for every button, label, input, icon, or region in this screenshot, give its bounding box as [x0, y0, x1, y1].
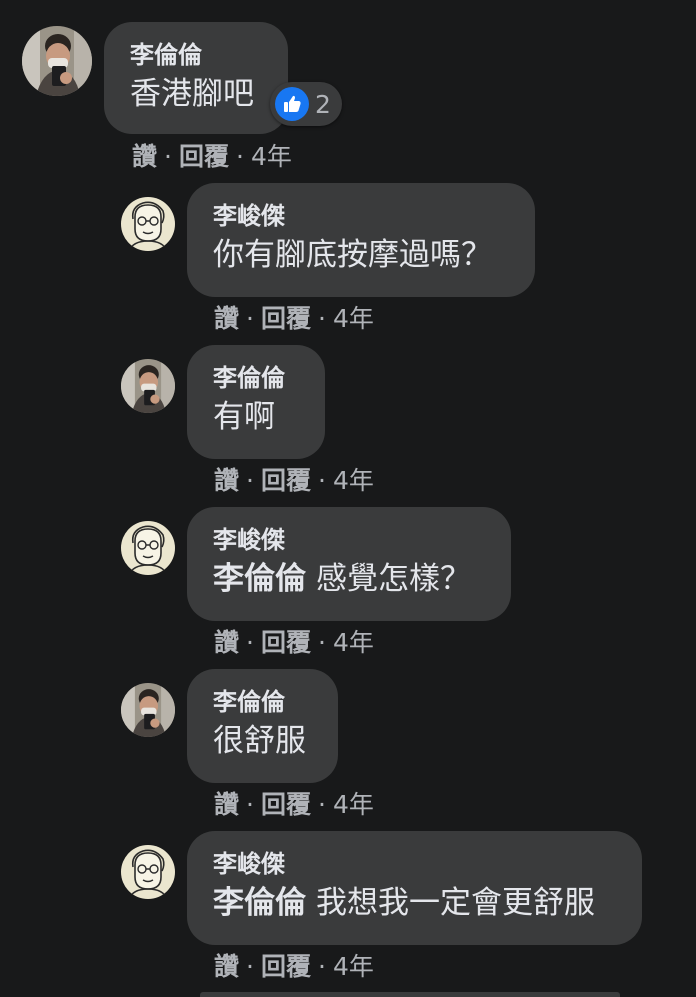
like-link[interactable]: 讚: [132, 142, 157, 171]
comment-text: 李倫倫 感覺怎樣？: [213, 559, 485, 599]
separator-dot: ·: [235, 142, 244, 171]
comment-body: 感覺怎樣？: [316, 561, 471, 597]
like-link[interactable]: 讚: [214, 466, 239, 495]
comment-text: 李倫倫 我想我一定會更舒服: [213, 883, 616, 923]
comment-actions: 讚 · 回覆 · 4年: [214, 628, 374, 658]
separator-dot: ·: [246, 628, 254, 657]
like-link[interactable]: 讚: [214, 790, 239, 819]
comment-bubble: 李峻傑 李倫倫 感覺怎樣？: [187, 507, 511, 621]
comment-bubble: 李峻傑 李倫倫 我想我一定會更舒服: [187, 831, 642, 945]
comment-bubble: 李峻傑 你有腳底按摩過嗎？: [187, 183, 535, 297]
comment-actions: 讚 · 回覆 · 4年: [132, 142, 292, 172]
separator-dot: ·: [246, 790, 254, 819]
avatar-illustration[interactable]: [121, 197, 175, 251]
separator-dot: ·: [246, 952, 254, 981]
reply-link[interactable]: 回覆: [261, 790, 311, 819]
reaction-badge[interactable]: 2: [270, 82, 342, 126]
separator-dot: ·: [317, 790, 326, 819]
avatar-illustration[interactable]: [121, 521, 175, 575]
comment-author[interactable]: 李倫倫: [130, 40, 262, 70]
separator-dot: ·: [317, 304, 326, 333]
comment-bubble: 李倫倫 有啊: [187, 345, 325, 459]
comment-text: 你有腳底按摩過嗎？: [213, 237, 492, 273]
reply-link[interactable]: 回覆: [261, 304, 311, 333]
comment-author[interactable]: 李倫倫: [213, 687, 312, 717]
reply-link[interactable]: 回覆: [261, 952, 311, 981]
comment-author[interactable]: 李峻傑: [213, 849, 616, 879]
reply-link[interactable]: 回覆: [261, 628, 311, 657]
avatar-photo[interactable]: [121, 359, 175, 413]
separator-dot: ·: [246, 304, 254, 333]
comment-author[interactable]: 李峻傑: [213, 525, 485, 555]
avatar-photo[interactable]: [22, 26, 92, 96]
comment-actions: 讚 · 回覆 · 4年: [214, 790, 374, 820]
comment-author[interactable]: 李峻傑: [213, 201, 509, 231]
timestamp-link[interactable]: 4年: [251, 142, 292, 171]
comment-bubble: 李倫倫 很舒服: [187, 669, 338, 783]
like-link[interactable]: 讚: [214, 304, 239, 333]
comment-body: 我想我一定會更舒服: [316, 885, 595, 921]
reply-link[interactable]: 回覆: [261, 466, 311, 495]
separator-dot: ·: [317, 628, 326, 657]
comment-author[interactable]: 李倫倫: [213, 363, 299, 393]
like-link[interactable]: 讚: [214, 628, 239, 657]
thumbs-up-icon: [275, 87, 309, 121]
separator-dot: ·: [246, 466, 254, 495]
avatar-illustration[interactable]: [121, 845, 175, 899]
comment-text: 很舒服: [213, 723, 306, 759]
timestamp-link[interactable]: 4年: [333, 790, 374, 819]
like-link[interactable]: 讚: [214, 952, 239, 981]
reaction-count: 2: [315, 89, 331, 119]
comment-text: 有啊: [213, 399, 275, 435]
separator-dot: ·: [317, 952, 326, 981]
mention-tag[interactable]: 李倫倫: [213, 561, 306, 597]
avatar-photo[interactable]: [121, 683, 175, 737]
comment-bubble: 李倫倫 香港腳吧: [104, 22, 288, 134]
separator-dot: ·: [317, 466, 326, 495]
mention-tag[interactable]: 李倫倫: [213, 885, 306, 921]
comment-actions: 讚 · 回覆 · 4年: [214, 952, 374, 982]
comment-actions: 讚 · 回覆 · 4年: [214, 304, 374, 334]
next-comment-bubble-edge: [200, 992, 620, 997]
comment-actions: 讚 · 回覆 · 4年: [214, 466, 374, 496]
reply-link[interactable]: 回覆: [179, 142, 229, 171]
separator-dot: ·: [164, 142, 172, 171]
timestamp-link[interactable]: 4年: [333, 952, 374, 981]
comment-text: 香港腳吧: [130, 76, 254, 112]
timestamp-link[interactable]: 4年: [333, 628, 374, 657]
timestamp-link[interactable]: 4年: [333, 304, 374, 333]
timestamp-link[interactable]: 4年: [333, 466, 374, 495]
